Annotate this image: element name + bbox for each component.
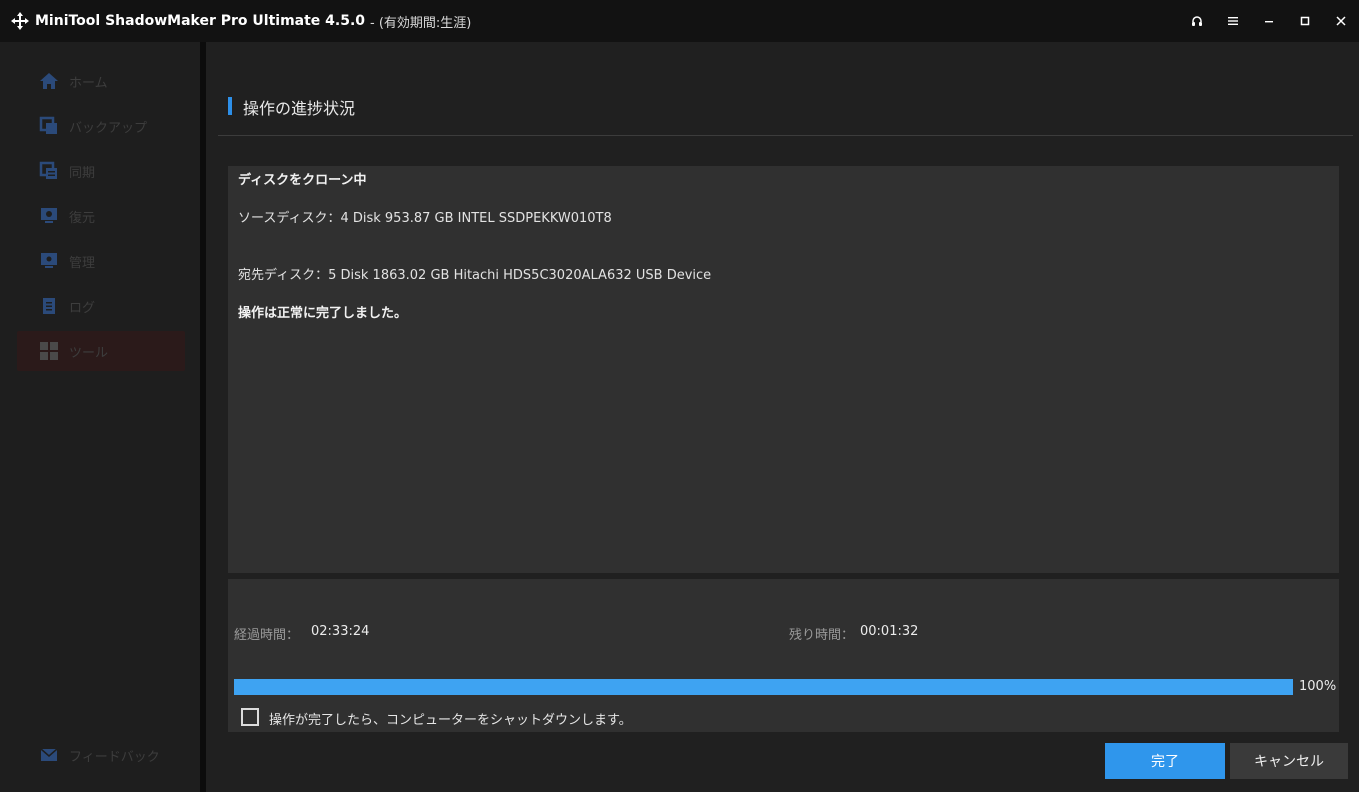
tools-icon xyxy=(38,340,60,362)
sidebar: ホーム バックアップ 同期 復元 管理 ログ ツール フィードバック xyxy=(0,42,200,792)
sidebar-item-label: バックアップ xyxy=(69,120,148,136)
elapsed-time-label: 経過時間： xyxy=(234,628,300,643)
home-icon xyxy=(38,70,60,92)
log-icon xyxy=(38,295,60,317)
license-subtitle: - (有効期間:生涯) xyxy=(370,15,472,31)
title-bar: MiniTool ShadowMaker Pro Ultimate 4.5.0 … xyxy=(0,0,1359,42)
maximize-icon xyxy=(1299,15,1311,27)
sidebar-item-label: ログ xyxy=(69,300,96,316)
main-panel: 操作の進捗状況 ディスクをクローン中 ソースディスク：4 Disk 953.87… xyxy=(206,42,1359,792)
app-title: MiniTool ShadowMaker Pro Ultimate 4.5.0 xyxy=(35,13,366,29)
app-logo-icon xyxy=(9,10,31,32)
minimize-button[interactable] xyxy=(1251,0,1287,42)
sidebar-item-home[interactable]: ホーム xyxy=(17,61,185,101)
close-button[interactable] xyxy=(1323,0,1359,42)
progress-percent: 100% xyxy=(1299,679,1337,694)
menu-icon xyxy=(1227,15,1239,27)
sidebar-item-manage[interactable]: 管理 xyxy=(17,241,185,281)
maximize-button[interactable] xyxy=(1287,0,1323,42)
operation-log-panel: ディスクをクローン中 ソースディスク：4 Disk 953.87 GB INTE… xyxy=(228,166,1339,573)
sidebar-item-label: ツール xyxy=(69,345,109,361)
sidebar-item-backup[interactable]: バックアップ xyxy=(17,106,185,146)
sidebar-item-restore[interactable]: 復元 xyxy=(17,196,185,236)
cancel-button[interactable]: キャンセル xyxy=(1230,743,1348,779)
log-result: 操作は正常に完了しました。 xyxy=(238,306,408,321)
restore-icon xyxy=(38,205,60,227)
sync-icon xyxy=(38,160,60,182)
menu-button[interactable] xyxy=(1215,0,1251,42)
log-destination-disk: 宛先ディスク：5 Disk 1863.02 GB Hitachi HDS5C30… xyxy=(238,268,712,283)
shutdown-checkbox-label: 操作が完了したら、コンピューターをシャットダウンします。 xyxy=(269,713,632,728)
headset-icon xyxy=(1191,15,1203,27)
remaining-time-value: 00:01:32 xyxy=(860,624,919,639)
sidebar-item-sync[interactable]: 同期 xyxy=(17,151,185,191)
elapsed-time-value: 02:33:24 xyxy=(311,624,370,639)
manage-icon xyxy=(38,250,60,272)
log-status: ディスクをクローン中 xyxy=(238,173,367,188)
sidebar-item-feedback[interactable]: フィードバック xyxy=(17,735,185,775)
backup-icon xyxy=(38,115,60,137)
sidebar-item-label: フィードバック xyxy=(69,749,160,765)
shutdown-checkbox[interactable] xyxy=(241,708,259,726)
sidebar-item-log[interactable]: ログ xyxy=(17,286,185,326)
progress-bar-fill xyxy=(234,679,1293,695)
progress-panel: 経過時間： 02:33:24 残り時間： 00:01:32 100% 操作が完了… xyxy=(228,579,1339,732)
log-source-disk: ソースディスク：4 Disk 953.87 GB INTEL SSDPEKKW0… xyxy=(238,211,612,226)
minimize-icon xyxy=(1263,15,1275,27)
sidebar-item-label: 同期 xyxy=(69,165,96,181)
title-divider xyxy=(218,135,1353,136)
sidebar-item-tools[interactable]: ツール xyxy=(17,331,185,371)
mail-icon xyxy=(38,744,60,766)
window-controls xyxy=(1179,0,1359,42)
page-title: 操作の進捗状況 xyxy=(243,99,356,118)
finish-button[interactable]: 完了 xyxy=(1105,743,1225,779)
close-icon xyxy=(1335,15,1347,27)
sidebar-item-label: 管理 xyxy=(69,255,96,271)
remaining-time-label: 残り時間： xyxy=(789,628,855,643)
sidebar-item-label: 復元 xyxy=(69,210,96,226)
sidebar-item-label: ホーム xyxy=(69,75,108,91)
support-button[interactable] xyxy=(1179,0,1215,42)
progress-bar xyxy=(234,679,1293,695)
section-title-accent xyxy=(228,97,232,115)
